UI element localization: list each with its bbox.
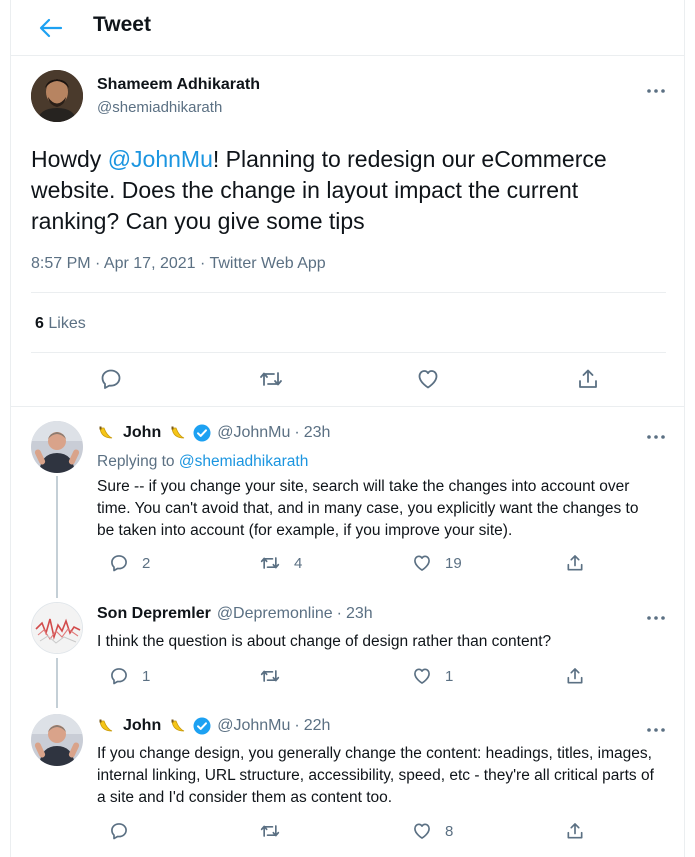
reply-icon <box>111 668 127 685</box>
reply-button[interactable]: 1 <box>109 666 150 686</box>
retweet-icon <box>260 670 280 682</box>
avatar-photo <box>32 603 82 653</box>
verified-badge-icon <box>193 424 211 442</box>
more-options-button[interactable] <box>645 428 667 439</box>
more-icon <box>647 435 665 439</box>
share-icon <box>567 555 583 571</box>
replying-to: Replying to @shemiadhikarath <box>97 453 309 470</box>
share-button[interactable] <box>565 553 585 573</box>
divider <box>31 352 666 353</box>
more-icon <box>647 616 665 620</box>
arrow-left-icon <box>39 18 63 38</box>
reply-count: 1 <box>142 667 151 685</box>
mention-link[interactable]: @JohnMu <box>108 146 213 172</box>
retweet-icon <box>260 557 280 569</box>
separator: · <box>294 717 300 734</box>
reply-button[interactable]: 2 <box>109 553 150 573</box>
divider <box>11 406 684 407</box>
tweet-text: If you change design, you generally chan… <box>97 745 654 806</box>
author-handle[interactable]: @Depremonline <box>217 605 333 623</box>
heart-icon <box>414 668 430 684</box>
reply-icon <box>111 823 127 840</box>
verified-badge-icon <box>193 717 211 735</box>
retweet-count: 4 <box>294 554 303 572</box>
more-options-button[interactable] <box>645 609 667 620</box>
avatar[interactable] <box>31 714 83 766</box>
back-button[interactable] <box>35 14 65 42</box>
avatar[interactable] <box>31 70 83 122</box>
author-name[interactable]: Shameem Adhikarath <box>97 76 260 94</box>
like-count: 1 <box>445 667 454 685</box>
reply-header: Son Depremler @Depremonline · 23h <box>97 605 373 623</box>
tweet-time[interactable]: 22h <box>304 717 331 735</box>
retweet-button[interactable]: 4 <box>259 553 302 573</box>
reply-header: John @JohnMu · 22h <box>97 717 330 735</box>
heart-icon <box>414 823 430 839</box>
author-name[interactable]: John <box>123 717 161 735</box>
more-options-button[interactable] <box>645 82 667 93</box>
like-button[interactable]: 1 <box>412 666 453 686</box>
reply-button[interactable] <box>99 367 123 391</box>
like-button[interactable]: 8 <box>412 821 453 841</box>
more-options-button[interactable] <box>645 721 667 732</box>
avatar[interactable] <box>31 602 83 654</box>
mention-link[interactable]: @shemiadhikarath <box>179 453 308 470</box>
likes-label: Likes <box>48 315 86 332</box>
avatar-photo <box>31 421 83 473</box>
share-button[interactable] <box>565 821 585 841</box>
likes-count: 6 <box>35 315 44 332</box>
reply-icon <box>111 555 127 572</box>
tweet-text: I think the question is about change of … <box>97 633 552 650</box>
reply-icon <box>101 369 121 389</box>
heart-icon <box>414 555 430 571</box>
retweet-button[interactable] <box>259 821 294 841</box>
banana-icon <box>99 426 113 439</box>
thread-connector <box>56 476 58 598</box>
separator: · <box>336 605 342 622</box>
banana-icon <box>171 719 185 732</box>
tweet-timestamp[interactable]: 8:57 PM · Apr 17, 2021 · Twitter Web App <box>31 255 326 273</box>
like-button[interactable] <box>416 367 440 391</box>
like-count: 19 <box>445 554 462 572</box>
author-handle[interactable]: @JohnMu <box>217 424 290 442</box>
share-button[interactable] <box>565 666 585 686</box>
banana-icon <box>171 426 185 439</box>
author-handle[interactable]: @shemiadhikarath <box>97 99 222 116</box>
like-button[interactable]: 19 <box>412 553 462 573</box>
like-count: 8 <box>445 822 454 840</box>
likes-summary[interactable]: 6 Likes <box>35 315 86 333</box>
author-handle[interactable]: @JohnMu <box>217 717 290 735</box>
share-button[interactable] <box>576 367 600 391</box>
divider <box>31 292 666 293</box>
author-name[interactable]: Son Depremler <box>97 605 211 623</box>
retweet-button[interactable] <box>259 666 294 686</box>
heart-icon <box>418 370 438 389</box>
tweet-page: Tweet Shameem Adhikarath @shemiadhikarat… <box>10 0 685 857</box>
avatar[interactable] <box>31 421 83 473</box>
tweet-time[interactable]: 23h <box>304 424 331 442</box>
page-title: Tweet <box>93 13 151 36</box>
reply-count: 2 <box>142 554 151 572</box>
avatar-photo <box>31 714 83 766</box>
retweet-icon <box>260 372 282 386</box>
reply-button[interactable] <box>109 821 142 841</box>
share-icon <box>567 823 583 839</box>
avatar-photo <box>31 70 83 122</box>
banana-icon <box>99 719 113 732</box>
author-name[interactable]: John <box>123 424 161 442</box>
share-icon <box>567 668 583 684</box>
tweet-text: Sure -- if you change your site, search … <box>97 478 639 539</box>
reply-header: John @JohnMu · 23h <box>97 424 330 442</box>
tweet-time[interactable]: 23h <box>346 605 373 623</box>
page-header: Tweet <box>11 0 684 56</box>
retweet-button[interactable] <box>258 367 284 391</box>
thread-connector <box>56 658 58 708</box>
more-icon <box>647 728 665 732</box>
retweet-icon <box>260 825 280 837</box>
share-icon <box>579 369 597 388</box>
tweet-text: Howdy @JohnMu! Planning to redesign our … <box>31 146 607 234</box>
more-icon <box>647 89 665 93</box>
separator: · <box>294 424 300 441</box>
